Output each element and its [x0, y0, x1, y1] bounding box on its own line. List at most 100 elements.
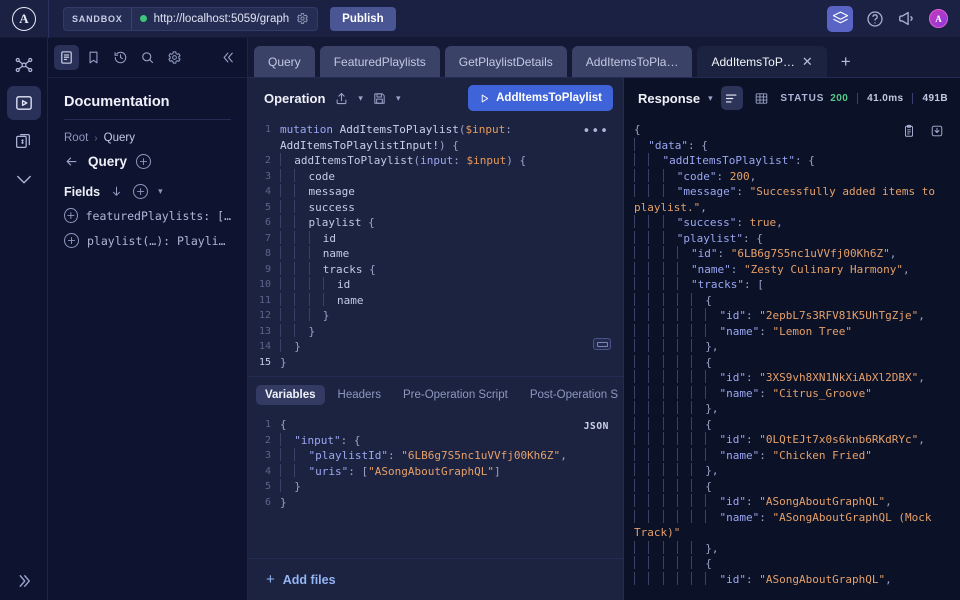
megaphone-icon[interactable]: [897, 9, 916, 28]
settings-icon[interactable]: [162, 45, 187, 70]
variables-tab[interactable]: Variables: [256, 385, 325, 405]
indent-guide: [691, 448, 692, 461]
indent-guide: [691, 386, 692, 399]
add-field-icon[interactable]: +: [133, 184, 148, 199]
docs-icon[interactable]: [54, 45, 79, 70]
indent-guide: [691, 432, 692, 445]
indent-guide: [634, 355, 635, 368]
clipboard-icon[interactable]: [902, 124, 916, 138]
response-text: "id": "2epbL7s3RFV81K5UhTgZje",: [624, 308, 925, 324]
indent-guide: [663, 494, 664, 507]
indent-guide: [294, 324, 295, 337]
stack-icon[interactable]: [827, 6, 853, 32]
field-item-playlist[interactable]: + playlist(…): Playli…: [48, 228, 247, 253]
table-view-icon[interactable]: [751, 86, 773, 110]
add-query-icon[interactable]: +: [136, 154, 151, 169]
download-icon[interactable]: [930, 124, 944, 138]
explorer-icon[interactable]: [7, 86, 41, 120]
publish-button[interactable]: Publish: [330, 7, 396, 31]
indent-guide: [648, 153, 649, 166]
search-icon[interactable]: [135, 45, 160, 70]
response-body[interactable]: { "data": { "addItemsToPlaylist": { "cod…: [624, 118, 960, 600]
indent-guide: [663, 355, 664, 368]
response-line: "name": "Zesty Culinary Harmony",: [624, 262, 960, 278]
apollo-sandbox-app: A SANDBOX http://localhost:5059/graph Pu…: [0, 0, 960, 600]
variables-tab[interactable]: Post-Operation S: [521, 385, 623, 405]
gear-icon[interactable]: [296, 12, 309, 25]
indent-guide: [648, 494, 649, 507]
indent-guide: [634, 246, 635, 259]
breadcrumb-root[interactable]: Root: [64, 132, 88, 144]
line-number: 6: [248, 215, 280, 231]
more-options-icon[interactable]: •••: [583, 124, 609, 140]
collections-icon[interactable]: [7, 124, 41, 158]
add-icon[interactable]: +: [64, 233, 79, 248]
indent-guide: [294, 200, 295, 213]
response-text: },: [624, 541, 719, 557]
indent-guide: [648, 169, 649, 182]
operation-tab[interactable]: GetPlaylistDetails: [445, 46, 567, 77]
endpoint-url-field[interactable]: http://localhost:5059/graph: [132, 8, 318, 30]
topbar-actions: A: [827, 6, 960, 32]
indent-guide: [663, 572, 664, 585]
rail-expand-button[interactable]: [0, 572, 48, 590]
help-icon[interactable]: [866, 10, 884, 28]
code-line: 9 tracks {: [248, 262, 623, 278]
variables-editor[interactable]: JSON 1{2 "input": {3 "playlistId": "6LB6…: [248, 413, 623, 558]
response-line: {: [624, 355, 960, 371]
breadcrumb-current: Query: [104, 132, 135, 144]
code-line: 10 id: [248, 277, 623, 293]
divider: [857, 93, 858, 104]
operation-tab[interactable]: AddItemsToPla…: [572, 46, 693, 77]
add-files-button[interactable]: + Add files: [248, 558, 623, 600]
share-chevron-down-icon[interactable]: ▾: [358, 93, 363, 104]
response-line: "id": "ASongAboutGraphQL",: [624, 572, 960, 588]
bookmark-icon[interactable]: [81, 45, 106, 70]
code-text: mutation AddItemsToPlaylist($input:: [280, 122, 613, 138]
save-chevron-down-icon[interactable]: ▾: [396, 93, 401, 104]
variables-tab[interactable]: Headers: [329, 385, 390, 405]
response-text: "name": "Citrus_Groove": [624, 386, 872, 402]
list-view-icon[interactable]: [721, 86, 743, 110]
indent-guide: [634, 479, 635, 492]
code-text: message: [280, 184, 613, 200]
keyboard-shortcut-icon[interactable]: [593, 338, 611, 350]
collapse-icon[interactable]: [216, 45, 241, 70]
checks-icon[interactable]: [7, 162, 41, 196]
response-chevron-down-icon[interactable]: ▾: [708, 93, 713, 104]
indent-guide: [663, 417, 664, 430]
code-line: 7 id: [248, 231, 623, 247]
indent-guide: [663, 262, 664, 275]
query-editor[interactable]: ••• 1mutation AddItemsToPlaylist($input:…: [248, 118, 623, 376]
code-line: 4 message: [248, 184, 623, 200]
share-icon[interactable]: [334, 91, 349, 106]
history-icon[interactable]: [108, 45, 133, 70]
code-line: 2 "input": {: [248, 433, 623, 449]
indent-guide: [294, 231, 295, 244]
graph-icon[interactable]: [7, 48, 41, 82]
close-icon[interactable]: ✕: [802, 55, 813, 68]
indent-guide: [280, 293, 281, 306]
indent-guide: [705, 510, 706, 523]
code-text: tracks {: [280, 262, 613, 278]
back-arrow-icon[interactable]: [64, 154, 79, 169]
variables-tab[interactable]: Pre-Operation Script: [394, 385, 517, 405]
new-tab-button[interactable]: +: [832, 46, 860, 77]
avatar[interactable]: A: [929, 9, 948, 28]
operation-tab[interactable]: Query: [254, 46, 315, 77]
field-label: featuredPlaylists: […: [86, 209, 231, 223]
indent-guide: [634, 448, 635, 461]
documentation-panel: Documentation Root › Query Query + Field…: [48, 38, 248, 600]
apollo-logo[interactable]: A: [0, 0, 48, 38]
code-line: 13 }: [248, 324, 623, 340]
indent-guide: [691, 479, 692, 492]
sort-down-icon[interactable]: [110, 185, 123, 198]
app-body: Documentation Root › Query Query + Field…: [0, 38, 960, 600]
chevron-down-icon[interactable]: ▾: [158, 186, 163, 197]
operation-tab[interactable]: FeaturedPlaylists: [320, 46, 440, 77]
add-icon[interactable]: +: [64, 208, 78, 223]
run-operation-button[interactable]: AddItemsToPlaylist: [468, 85, 613, 111]
field-item-featuredPlaylists[interactable]: + featuredPlaylists: […: [48, 203, 247, 228]
save-icon[interactable]: [372, 91, 387, 106]
operation-tab[interactable]: AddItemsToP…✕: [697, 46, 826, 77]
